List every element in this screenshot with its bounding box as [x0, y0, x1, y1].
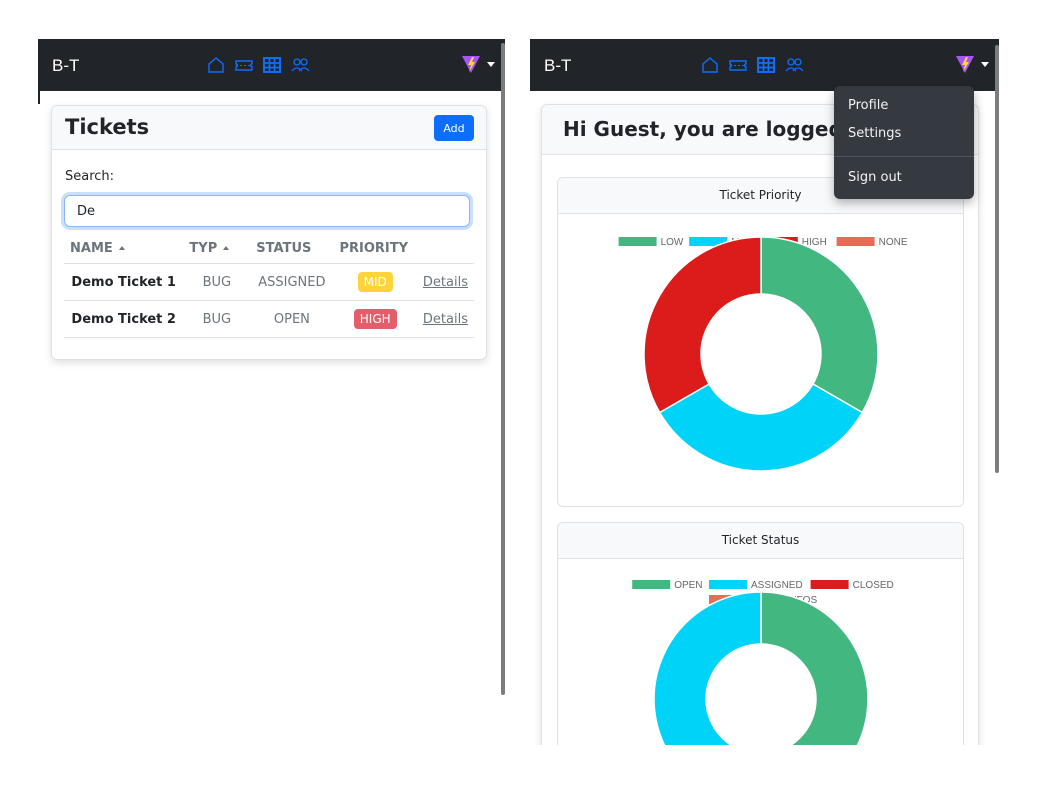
legend-label: OPEN: [674, 580, 702, 591]
sort-asc-icon: [118, 246, 125, 250]
ticket-type: BUG: [183, 263, 251, 301]
tickets-page: B-T Tickets Add Search: De NAME TYP STAT…: [38, 39, 505, 745]
slice-low[interactable]: [760, 236, 879, 414]
tickets-card: Tickets Add Search: NAME TYP STATUS PRIO…: [51, 105, 487, 360]
people-icon[interactable]: [290, 55, 310, 75]
scrollbar-thumb[interactable]: [501, 43, 505, 695]
sort-asc-icon: [223, 246, 230, 250]
menu-item-settings[interactable]: Settings: [848, 126, 901, 141]
legend-item[interactable]: ASSIGNED: [709, 580, 803, 591]
scrollbar[interactable]: [501, 39, 505, 745]
vite-logo-icon: [462, 56, 480, 73]
priority-badge: HIGH: [353, 309, 397, 329]
column-header-name[interactable]: NAME: [64, 233, 184, 264]
chevron-down-icon: [487, 61, 495, 67]
column-header-status[interactable]: STATUS: [250, 233, 334, 264]
legend-swatch: [836, 237, 875, 246]
legend-swatch: [810, 580, 849, 589]
page-title: Hi Guest, you are logged i: [563, 117, 857, 141]
nav-links: [206, 55, 310, 75]
ticket-actions-cell: Details: [416, 300, 474, 338]
add-ticket-button[interactable]: Add: [434, 115, 474, 141]
search-label: Search:: [65, 169, 115, 184]
priority-chart-card: Ticket Priority LOWMIDHIGHNONE: [557, 177, 964, 507]
vite-logo-icon: [956, 56, 974, 73]
ticket-status: OPEN: [250, 300, 334, 338]
page-title: Tickets: [65, 115, 150, 139]
details-link[interactable]: Details: [423, 275, 468, 290]
scrollbar[interactable]: [995, 39, 999, 745]
chevron-down-icon: [981, 61, 989, 67]
legend-item[interactable]: OPEN: [632, 580, 703, 591]
dashboard-card: Hi Guest, you are logged i Ticket Priori…: [541, 104, 979, 745]
table-row: Demo Ticket 1 BUG ASSIGNED MID Details: [64, 263, 474, 301]
status-chart-card: Ticket Status OPENASSIGNEDCLOSEDMORE_INF…: [557, 522, 964, 745]
ticket-priority-cell: HIGH: [333, 300, 417, 338]
legend-swatch: [618, 237, 657, 246]
legend-item[interactable]: LOW: [618, 237, 684, 248]
tickets-card-header: Tickets Add: [52, 106, 486, 150]
table-icon[interactable]: [756, 55, 776, 75]
legend-label: NONE: [879, 237, 908, 248]
chart-title: Ticket Status: [558, 523, 963, 559]
table-header-row: NAME TYP STATUS PRIORITY: [64, 233, 474, 264]
search-input[interactable]: [64, 195, 470, 227]
navbar: B-T: [38, 39, 505, 91]
people-icon[interactable]: [784, 55, 804, 75]
legend-label: LOW: [661, 237, 684, 248]
page-edge: [38, 39, 40, 104]
user-dropdown-menu: Profile Settings Sign out: [834, 86, 974, 199]
legend-swatch: [709, 580, 747, 589]
tickets-table: NAME TYP STATUS PRIORITY Demo Ticket 1 B…: [64, 233, 474, 338]
brand[interactable]: B-T: [544, 56, 571, 76]
ticket-actions-cell: Details: [416, 263, 474, 301]
ticket-name: Demo Ticket 2: [64, 300, 184, 338]
legend-item[interactable]: CLOSED: [810, 580, 894, 591]
legend-swatch: [632, 580, 671, 589]
menu-item-profile[interactable]: Profile: [848, 98, 888, 113]
dashboard-page: B-T Hi Guest, you are logged i Ticket Pr…: [530, 39, 999, 745]
column-header-priority[interactable]: PRIORITY: [333, 233, 417, 264]
slice-mid[interactable]: [658, 382, 864, 472]
table-row: Demo Ticket 2 BUG OPEN HIGH Details: [64, 300, 474, 338]
legend-label: CLOSED: [853, 580, 894, 591]
ticket-priority-cell: MID: [333, 263, 417, 301]
nav-links: [700, 55, 804, 75]
ticket-status: ASSIGNED: [250, 263, 334, 301]
ticket-name: Demo Ticket 1: [64, 263, 184, 301]
slice-open[interactable]: [760, 591, 869, 745]
legend-label: ASSIGNED: [751, 580, 803, 591]
column-header-typ[interactable]: TYP: [183, 233, 251, 264]
home-icon[interactable]: [700, 55, 720, 75]
priority-donut-chart: LOWMIDHIGHNONE: [618, 236, 908, 472]
navbar: B-T: [530, 39, 999, 91]
user-menu-toggle[interactable]: [461, 54, 495, 74]
brand[interactable]: B-T: [52, 56, 79, 76]
details-link[interactable]: Details: [423, 312, 468, 327]
user-menu-toggle[interactable]: [955, 54, 989, 74]
priority-badge: MID: [357, 272, 393, 292]
home-icon[interactable]: [206, 55, 226, 75]
slice-assigned[interactable]: [653, 591, 762, 745]
menu-divider: [834, 156, 974, 157]
ticket-icon[interactable]: [234, 55, 254, 75]
status-donut-chart: OPENASSIGNEDCLOSEDMORE_INFOS: [632, 580, 894, 745]
ticket-icon[interactable]: [728, 55, 748, 75]
legend-item[interactable]: NONE: [836, 237, 908, 248]
table-icon[interactable]: [262, 55, 282, 75]
ticket-type: BUG: [183, 300, 251, 338]
slice-high[interactable]: [643, 236, 762, 414]
scrollbar-thumb[interactable]: [995, 45, 999, 473]
column-header-actions: [416, 233, 474, 264]
menu-item-sign-out[interactable]: Sign out: [848, 170, 902, 185]
